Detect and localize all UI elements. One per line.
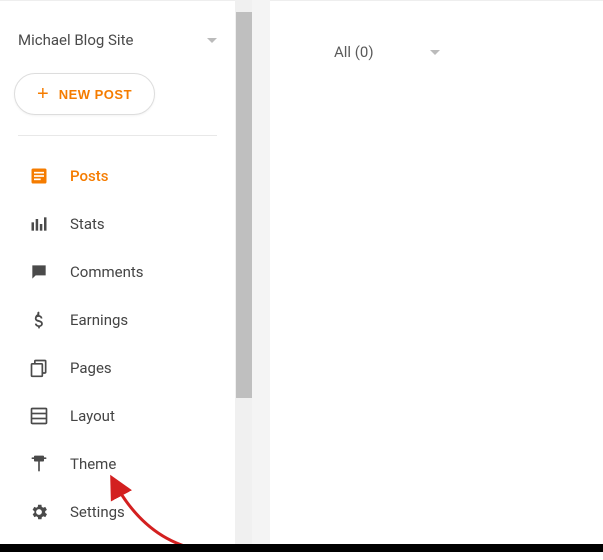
sidebar-item-earnings[interactable]: Earnings <box>0 296 235 344</box>
caret-down-icon <box>207 38 217 43</box>
footer-bar <box>0 544 603 552</box>
sidebar-item-settings[interactable]: Settings <box>0 488 235 536</box>
pages-icon <box>28 357 50 379</box>
sidebar-item-layout[interactable]: Layout <box>0 392 235 440</box>
filter-label: All (0) <box>334 43 374 61</box>
sidebar-item-label: Earnings <box>70 311 128 329</box>
sidebar-item-label: Comments <box>70 263 144 281</box>
posts-filter-dropdown[interactable]: All (0) <box>294 43 579 61</box>
plus-icon: + <box>37 84 49 104</box>
sidebar: Michael Blog Site + NEW POST Posts Stats <box>0 0 235 552</box>
sidebar-item-label: Pages <box>70 359 112 377</box>
sidebar-item-pages[interactable]: Pages <box>0 344 235 392</box>
blog-selector-dropdown[interactable]: Michael Blog Site <box>0 1 235 61</box>
caret-down-icon <box>430 50 440 55</box>
sidebar-item-label: Settings <box>70 503 125 521</box>
sidebar-item-label: Stats <box>70 215 105 233</box>
gear-icon <box>28 501 50 523</box>
sidebar-item-label: Theme <box>70 455 116 473</box>
theme-icon <box>28 453 50 475</box>
stats-icon <box>28 213 50 235</box>
layout-icon <box>28 405 50 427</box>
posts-icon <box>28 165 50 187</box>
main-content: All (0) <box>270 0 603 552</box>
sidebar-item-posts[interactable]: Posts <box>0 152 235 200</box>
new-post-button[interactable]: + NEW POST <box>14 73 155 115</box>
scrollbar-area <box>235 0 270 552</box>
sidebar-item-label: Layout <box>70 407 115 425</box>
nav-list: Posts Stats Comments Earnings <box>0 146 235 536</box>
new-post-label: NEW POST <box>59 87 132 102</box>
scrollbar-thumb[interactable] <box>236 12 252 398</box>
earnings-icon <box>28 309 50 331</box>
sidebar-item-theme[interactable]: Theme <box>0 440 235 488</box>
comments-icon <box>28 261 50 283</box>
blog-title: Michael Blog Site <box>18 31 133 49</box>
sidebar-item-stats[interactable]: Stats <box>0 200 235 248</box>
scrollbar-track[interactable] <box>236 0 252 552</box>
divider <box>18 135 217 136</box>
sidebar-item-comments[interactable]: Comments <box>0 248 235 296</box>
sidebar-item-label: Posts <box>70 167 108 185</box>
